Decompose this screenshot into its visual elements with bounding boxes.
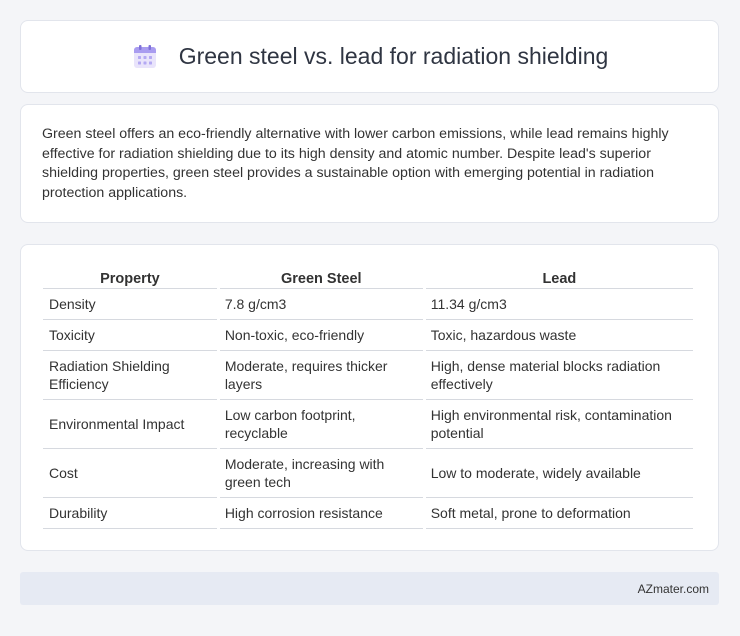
cell-lead: High environmental risk, contamination p…: [425, 400, 693, 449]
page-title: Green steel vs. lead for radiation shiel…: [131, 43, 609, 71]
cell-green-steel: Non-toxic, eco-friendly: [219, 320, 423, 351]
table-row: Radiation Shielding Efficiency Moderate,…: [43, 351, 693, 400]
cell-green-steel: 7.8 g/cm3: [219, 289, 423, 320]
summary-card: Green steel offers an eco-friendly alter…: [20, 104, 719, 223]
cell-property: Environmental Impact: [43, 400, 217, 449]
column-header-green-steel: Green Steel: [219, 265, 423, 289]
footer-bar: AZmater.com: [20, 572, 719, 605]
table-header-row: Property Green Steel Lead: [43, 265, 693, 289]
cell-property: Density: [43, 289, 217, 320]
cell-lead: Low to moderate, widely available: [425, 449, 693, 498]
table-row: Cost Moderate, increasing with green tec…: [43, 449, 693, 498]
column-header-lead: Lead: [425, 265, 693, 289]
table-row: Density 7.8 g/cm3 11.34 g/cm3: [43, 289, 693, 320]
table-row: Toxicity Non-toxic, eco-friendly Toxic, …: [43, 320, 693, 351]
cell-green-steel: Moderate, requires thicker layers: [219, 351, 423, 400]
table-row: Durability High corrosion resistance Sof…: [43, 498, 693, 529]
table-row: Environmental Impact Low carbon footprin…: [43, 400, 693, 449]
calendar-icon: [133, 44, 156, 68]
column-header-property: Property: [43, 265, 217, 289]
cell-lead: 11.34 g/cm3: [425, 289, 693, 320]
cell-lead: Toxic, hazardous waste: [425, 320, 693, 351]
cell-lead: Soft metal, prone to deformation: [425, 498, 693, 529]
cell-green-steel: High corrosion resistance: [219, 498, 423, 529]
summary-text: Green steel offers an eco-friendly alter…: [42, 126, 669, 201]
cell-lead: High, dense material blocks radiation ef…: [425, 351, 693, 400]
cell-green-steel: Low carbon footprint, recyclable: [219, 400, 423, 449]
cell-property: Toxicity: [43, 320, 217, 351]
cell-green-steel: Moderate, increasing with green tech: [219, 449, 423, 498]
cell-property: Durability: [43, 498, 217, 529]
cell-property: Radiation Shielding Efficiency: [43, 351, 217, 400]
comparison-table-card: Property Green Steel Lead Density 7.8 g/…: [20, 244, 719, 551]
comparison-table: Property Green Steel Lead Density 7.8 g/…: [40, 265, 696, 529]
cell-property: Cost: [43, 449, 217, 498]
footer-brand: AZmater.com: [637, 581, 709, 596]
title-card: Green steel vs. lead for radiation shiel…: [20, 20, 719, 93]
page-title-text: Green steel vs. lead for radiation shiel…: [178, 43, 609, 69]
